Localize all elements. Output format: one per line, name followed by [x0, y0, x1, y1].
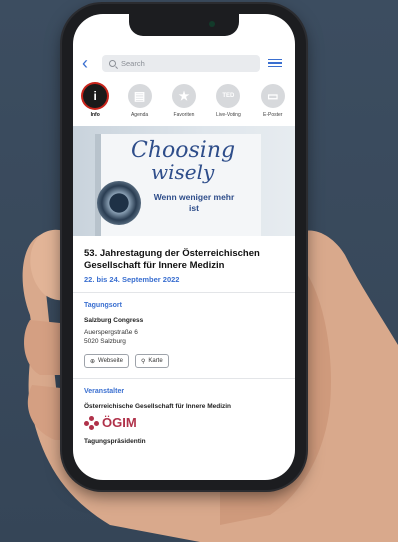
camera-icon — [209, 21, 215, 27]
website-button[interactable]: ⊕ Webseite — [84, 354, 129, 368]
website-button-label: Webseite — [98, 358, 123, 364]
venue-city: 5020 Salzburg — [84, 338, 126, 345]
menu-icon[interactable] — [268, 58, 282, 68]
back-chevron-icon[interactable]: ‹ — [82, 54, 96, 72]
president-label: Tagungspräsidentin — [84, 438, 146, 445]
globe-icon: ⊕ — [90, 358, 96, 365]
stethoscope-icon — [97, 181, 141, 225]
tab-e-poster[interactable]: ▭ E-Poster — [253, 84, 293, 130]
tab-label: Agenda — [130, 112, 149, 118]
search-placeholder: Search — [121, 58, 145, 68]
banner-tagline: Wenn weniger mehr ist — [153, 192, 235, 213]
notch — [129, 14, 239, 36]
map-button-label: Karte — [148, 358, 163, 364]
banner-line-2: wisely — [151, 160, 215, 184]
divider — [73, 378, 295, 379]
section-venue: Tagungsort — [84, 302, 122, 309]
tab-bar: i Info ▤ Agenda ★ Favoriten TED Live-Vot… — [73, 84, 295, 130]
oegim-logo-text: ÖGIM — [102, 415, 137, 430]
map-button[interactable]: ⚲ Karte — [134, 354, 169, 368]
event-banner: Choosing wisely Wenn weniger mehr ist — [73, 126, 295, 236]
app-screen: ‹ Search i Info ▤ Agenda ★ Favoriten TED… — [73, 14, 295, 480]
info-icon: i — [83, 84, 108, 108]
top-bar: ‹ Search — [73, 48, 295, 78]
venue-street: Auerspergstraße 6 — [84, 329, 138, 336]
search-input[interactable]: Search — [102, 54, 260, 72]
map-icon: ⚲ — [140, 358, 146, 365]
venue-name: Salzburg Congress — [84, 317, 144, 324]
tab-agenda[interactable]: ▤ Agenda — [120, 84, 160, 130]
ted-icon: TED — [216, 84, 241, 108]
tab-info[interactable]: i Info — [75, 84, 115, 130]
tab-live-voting[interactable]: TED Live-Voting — [208, 84, 248, 130]
section-organizer: Veranstalter — [84, 388, 125, 395]
agenda-icon: ▤ — [127, 84, 152, 108]
tab-label: Favoriten — [173, 112, 195, 118]
info-content: 53. Jahrestagung der Österreichischen Ge… — [73, 236, 295, 480]
tab-label: Info — [90, 112, 100, 118]
star-icon: ★ — [171, 84, 196, 108]
tab-label: E-Poster — [263, 112, 283, 118]
organizer-name: Österreichische Gesellschaft für Innere … — [84, 403, 232, 410]
divider — [73, 292, 295, 293]
tab-favoriten[interactable]: ★ Favoriten — [164, 84, 204, 130]
event-date: 22. bis 24. September 2022 — [84, 275, 180, 284]
event-title: 53. Jahrestagung der Österreichischen Ge… — [84, 248, 260, 271]
venue-actions: ⊕ Webseite ⚲ Karte — [84, 354, 284, 368]
oegim-logo: ÖGIM — [84, 415, 284, 430]
tab-label: Live-Voting — [215, 112, 241, 118]
monitor-icon: ▭ — [260, 84, 285, 108]
search-icon — [109, 59, 116, 67]
oegim-logo-mark-icon — [84, 415, 100, 430]
